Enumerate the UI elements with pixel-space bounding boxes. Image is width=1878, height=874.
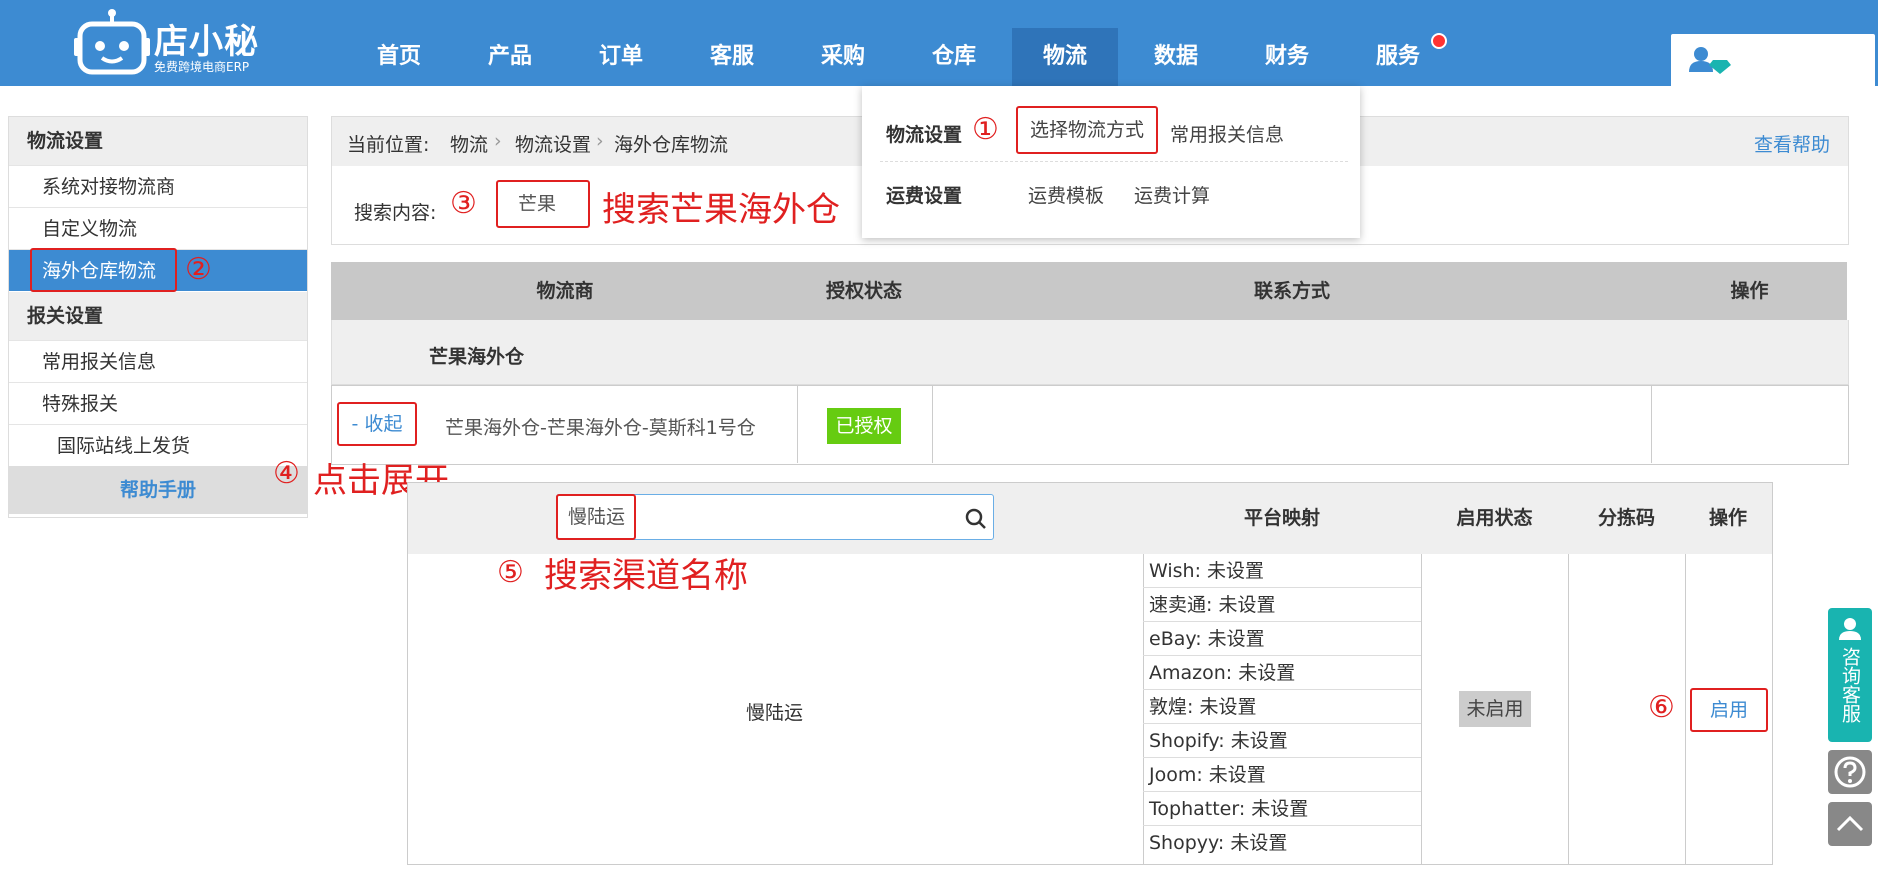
status-badge-disabled: 未启用 xyxy=(1459,691,1531,727)
col-auth-status: 授权状态 xyxy=(825,280,902,302)
divider xyxy=(1651,386,1652,463)
dropdown-divider xyxy=(880,161,1348,162)
mapping-row-shopify: Shopify: 未设置 xyxy=(1143,724,1421,758)
agent-icon xyxy=(1839,618,1861,640)
col-platform-mapping: 平台映射 xyxy=(1243,507,1320,529)
annotation-step-4: ④ xyxy=(273,456,300,491)
col-carrier: 物流商 xyxy=(536,280,594,302)
mapping-row-ebay: eBay: 未设置 xyxy=(1143,622,1421,656)
nav-purchase[interactable]: 采购 xyxy=(790,28,896,86)
robot-logo-icon[interactable] xyxy=(74,8,150,78)
breadcrumb-item-logistics-settings[interactable]: 物流设置 xyxy=(515,130,591,157)
col-enable-status: 启用状态 xyxy=(1456,507,1533,529)
search-icon[interactable] xyxy=(965,508,987,530)
brand-name: 店小秘 xyxy=(154,22,259,62)
annotation-search-channel: 搜索渠道名称 xyxy=(544,556,748,596)
annotation-search-mango: 搜索芒果海外仓 xyxy=(602,190,840,230)
back-to-top-button[interactable] xyxy=(1828,802,1872,846)
col-sort-code: 分拣码 xyxy=(1597,507,1655,529)
divider xyxy=(1421,554,1422,864)
breadcrumb-separator: › xyxy=(494,130,502,152)
help-manual-link[interactable]: 帮助手册 xyxy=(9,466,307,514)
nav-orders[interactable]: 订单 xyxy=(568,28,674,86)
mapping-row-tophatter: Tophatter: 未设置 xyxy=(1143,792,1421,826)
sidebar-item-intl-online-shipping[interactable]: 国际站线上发货 xyxy=(9,424,307,466)
nav-home[interactable]: 首页 xyxy=(346,28,452,86)
search-label: 搜索内容: xyxy=(354,202,437,224)
breadcrumb-label: 当前位置: xyxy=(347,134,430,156)
nav-data[interactable]: 数据 xyxy=(1123,28,1229,86)
chevron-up-icon xyxy=(1836,815,1864,832)
question-icon xyxy=(1834,756,1866,788)
mapping-row-joom: Joom: 未设置 xyxy=(1143,758,1421,792)
carrier-name: 芒果海外仓-芒果海外仓-莫斯科1号仓 xyxy=(445,417,756,439)
nav-logistics[interactable]: 物流 xyxy=(1012,28,1118,86)
divider xyxy=(797,386,798,463)
brand-tagline: 免费跨境电商ERP xyxy=(154,60,250,74)
dropdown-group-logistics-settings: 物流设置 xyxy=(886,124,963,146)
customer-service-label: 咨询客服 xyxy=(1839,647,1861,723)
nav-customer-service[interactable]: 客服 xyxy=(679,28,785,86)
dropdown-group-freight-settings: 运费设置 xyxy=(886,185,963,207)
notification-dot xyxy=(1431,33,1447,49)
sidebar-item-custom-logistics[interactable]: 自定义物流 xyxy=(9,207,307,249)
mapping-row-shopyy: Shopyy: 未设置 xyxy=(1149,832,1288,854)
divider xyxy=(1568,554,1569,864)
user-menu[interactable] xyxy=(1671,34,1875,86)
sidebar-item-special-customs[interactable]: 特殊报关 xyxy=(9,382,307,424)
enable-button[interactable]: 启用 xyxy=(1690,688,1768,732)
status-badge-authorized: 已授权 xyxy=(827,408,901,444)
view-help-link[interactable]: 查看帮助 xyxy=(1754,130,1830,157)
help-button[interactable] xyxy=(1828,750,1872,794)
mapping-row-wish: Wish: 未设置 xyxy=(1143,554,1421,588)
nav-products[interactable]: 产品 xyxy=(457,28,563,86)
mapping-row-amazon: Amazon: 未设置 xyxy=(1143,656,1421,690)
annotation-highlight-overseas-warehouse xyxy=(30,248,177,292)
channel-search-input[interactable]: 慢陆运 xyxy=(556,494,636,540)
menu-freight-calculator[interactable]: 运费计算 xyxy=(1134,181,1210,208)
carrier-group-name: 芒果海外仓 xyxy=(429,346,525,368)
menu-freight-template[interactable]: 运费模板 xyxy=(1028,181,1104,208)
annotation-step-5: ⑤ xyxy=(497,555,524,590)
channel-name: 慢陆运 xyxy=(746,702,804,724)
breadcrumb-separator: › xyxy=(596,130,604,152)
nav-finance[interactable]: 财务 xyxy=(1234,28,1340,86)
sidebar-item-common-customs[interactable]: 常用报关信息 xyxy=(9,340,307,382)
divider xyxy=(1685,554,1686,864)
annotation-step-1: ① xyxy=(972,112,999,147)
sidebar-section-logistics: 物流设置 xyxy=(9,117,307,165)
breadcrumb-item-current: 海外仓库物流 xyxy=(614,134,729,156)
collapse-toggle[interactable]: - 收起 xyxy=(337,402,417,446)
sidebar-item-system-carriers[interactable]: 系统对接物流商 xyxy=(9,165,307,207)
sidebar-section-customs: 报关设置 xyxy=(9,292,307,340)
customer-service-button[interactable]: 咨询客服 xyxy=(1828,608,1872,742)
carrier-group-row xyxy=(331,320,1849,385)
col-actions: 操作 xyxy=(1730,280,1769,302)
search-input[interactable]: 芒果 xyxy=(496,180,590,228)
col-contact: 联系方式 xyxy=(1253,280,1330,302)
menu-select-logistics-method[interactable]: 选择物流方式 xyxy=(1016,106,1158,154)
user-icon xyxy=(1689,47,1731,74)
annotation-step-2: ② xyxy=(185,252,212,287)
annotation-step-6: ⑥ xyxy=(1648,690,1675,725)
nav-warehouse[interactable]: 仓库 xyxy=(901,28,1007,86)
mapping-row-dhgate: 敦煌: 未设置 xyxy=(1143,690,1421,724)
menu-common-customs-info[interactable]: 常用报关信息 xyxy=(1170,120,1284,147)
annotation-step-3: ③ xyxy=(450,186,477,221)
divider xyxy=(932,386,933,463)
col-channel-actions: 操作 xyxy=(1708,507,1747,529)
breadcrumb-item-logistics[interactable]: 物流 xyxy=(450,130,488,157)
mapping-row-aliexpress: 速卖通: 未设置 xyxy=(1143,588,1421,622)
